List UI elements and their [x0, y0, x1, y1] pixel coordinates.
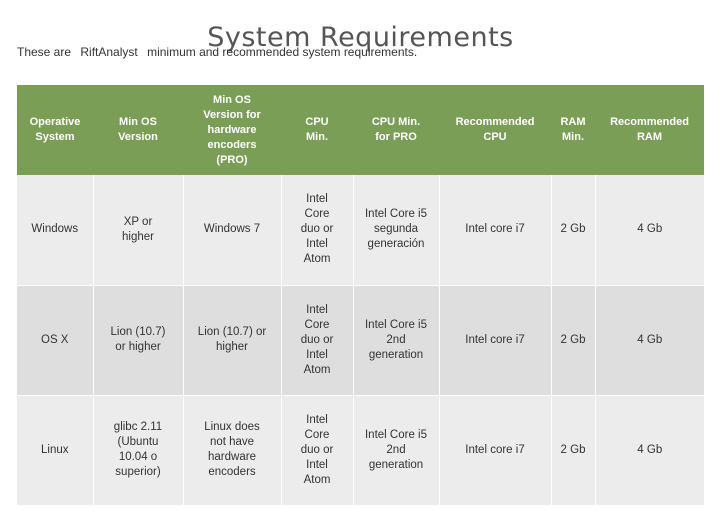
- header-rec-ram: Recommended RAM: [595, 85, 704, 175]
- header-cpu-min-pro: CPU Min. for PRO: [353, 85, 439, 175]
- product-name: RiftAnalyst: [80, 45, 138, 59]
- cell-min-os-pro: Linux does not have hardware encoders: [183, 395, 282, 505]
- cell-os: Windows: [17, 175, 94, 285]
- cell-rec-cpu: Intel core i7: [439, 285, 552, 395]
- cell-min-os: Lion (10.7) or higher: [93, 285, 184, 395]
- intro-suffix: minimum and recommended system requireme…: [147, 45, 418, 59]
- cell-ram-min: 2 Gb: [551, 175, 596, 285]
- cell-rec-cpu: Intel core i7: [439, 175, 552, 285]
- cell-ram-min: 2 Gb: [551, 395, 596, 505]
- cell-rec-ram: 4 Gb: [595, 285, 704, 395]
- header-ram-min: RAM Min.: [551, 85, 595, 175]
- cell-min-os-pro: Windows 7: [183, 175, 282, 285]
- table-header-row: Operative System Min OS Version Min OS V…: [17, 85, 704, 175]
- intro-prefix: These are: [17, 45, 72, 59]
- cell-os: Linux: [17, 395, 94, 505]
- cell-cpu-min: Intel Core duo or Intel Atom: [281, 395, 354, 505]
- cell-rec-ram: 4 Gb: [595, 175, 704, 285]
- cell-cpu-min-pro: Intel Core i5 2nd generation: [353, 395, 440, 505]
- cell-cpu-min: Intel Core duo or Intel Atom: [281, 285, 354, 395]
- header-os: Operative System: [17, 85, 93, 175]
- cell-min-os: XP or higher: [93, 175, 184, 285]
- cell-cpu-min-pro: Intel Core i5 2nd generation: [353, 285, 440, 395]
- requirements-table: Operative System Min OS Version Min OS V…: [17, 85, 704, 506]
- cell-os: OS X: [17, 285, 94, 395]
- table-row: Linux glibc 2.11 (Ubuntu 10.04 o superio…: [17, 395, 704, 505]
- table-row: OS X Lion (10.7) or higher Lion (10.7) o…: [17, 285, 704, 395]
- cell-cpu-min: Intel Core duo or Intel Atom: [281, 175, 354, 285]
- cell-cpu-min-pro: Intel Core i5 segunda generación: [353, 175, 440, 285]
- cell-rec-cpu: Intel core i7: [439, 395, 552, 505]
- cell-min-os: glibc 2.11 (Ubuntu 10.04 o superior): [93, 395, 184, 505]
- header-min-os-pro: Min OS Version for hardware encoders (PR…: [183, 85, 281, 175]
- table-row: Windows XP or higher Windows 7 Intel Cor…: [17, 175, 704, 285]
- header-min-os: Min OS Version: [93, 85, 183, 175]
- intro-text: These are RiftAnalyst minimum and recomm…: [17, 45, 417, 59]
- cell-ram-min: 2 Gb: [551, 285, 596, 395]
- cell-rec-ram: 4 Gb: [595, 395, 704, 505]
- header-cpu-min: CPU Min.: [281, 85, 353, 175]
- cell-min-os-pro: Lion (10.7) or higher: [183, 285, 282, 395]
- header-rec-cpu: Recommended CPU: [439, 85, 551, 175]
